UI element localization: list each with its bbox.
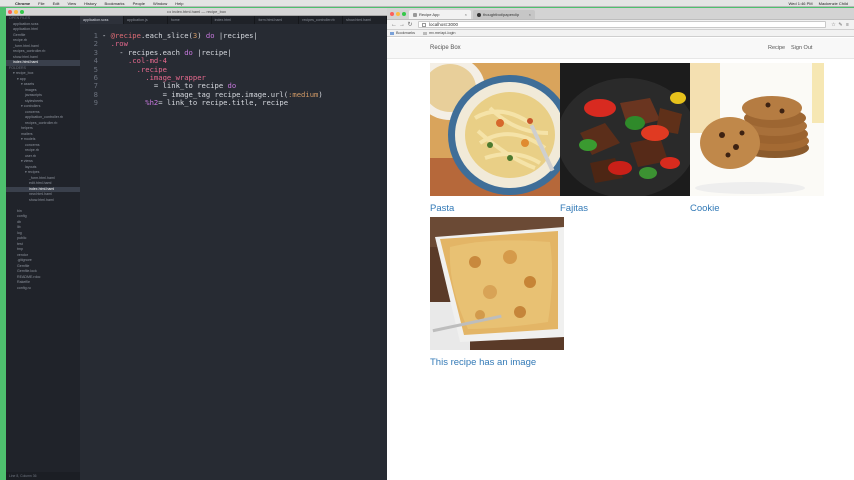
file-sidebar: OPEN FILES application.scss application.ht… [6, 16, 80, 480]
bookmark-label: Bookmarks [396, 31, 415, 35]
tab-title: Recipe App [419, 12, 440, 17]
tab-title: thoughtbot/paperclip [483, 12, 520, 17]
code-token: .each_slice( [140, 31, 193, 40]
cookie-image [690, 63, 824, 196]
editor-tab[interactable]: home [168, 16, 212, 24]
browser-toolbar: ← → ↻ localhost:3000 ☆ ✎ ≡ [387, 20, 854, 30]
code-token: do [184, 47, 193, 57]
recipe-title-link[interactable]: Cookie [690, 203, 824, 214]
pasta-image [430, 63, 564, 196]
recipe-card: Pasta [430, 63, 564, 214]
minimize-icon[interactable] [396, 12, 400, 16]
editor-tab[interactable]: application.js [124, 16, 168, 24]
code-token: = link_to recipe.title, recipe [158, 98, 289, 108]
code-token: :medium [288, 89, 319, 99]
editor-tab[interactable]: show.html.haml [343, 16, 387, 24]
reload-icon[interactable]: ↻ [406, 21, 414, 28]
bookmark-apps[interactable]: Bookmarks [390, 31, 415, 35]
recipe-image-link[interactable] [690, 63, 824, 196]
window-controls [8, 10, 26, 14]
menubar: Chrome File Edit View History Bookmarks … [0, 0, 854, 7]
menu-history[interactable]: History [84, 1, 96, 6]
line-number: 9 [93, 98, 98, 108]
menu-people[interactable]: People [133, 1, 145, 6]
tab-close-icon[interactable]: × [529, 12, 531, 17]
code-line[interactable]: 9 %h2= link_to recipe.title, recipe [80, 98, 289, 108]
apps-icon [390, 31, 394, 35]
recipe-title-link[interactable]: Fajitas [560, 203, 694, 214]
browser-tab-paperclip[interactable]: thoughtbot/paperclip × [473, 10, 535, 19]
close-icon[interactable] [8, 10, 12, 14]
code-token: %h2 [145, 98, 159, 108]
web-page: Recipe Box Recipe Sign Out Pasta Fajitas… [387, 38, 854, 480]
browser-window-controls [390, 12, 408, 16]
recipe-card: Fajitas [560, 63, 694, 214]
editor-tab[interactable]: application.scss [80, 16, 124, 24]
editor-window: ••• index.html.haml — recipe_box OPEN FI… [6, 8, 387, 480]
editor-tab[interactable]: form.html.haml [255, 16, 300, 24]
github-icon [477, 12, 481, 17]
tab-close-icon[interactable]: × [465, 12, 467, 17]
sidebar-file-item[interactable]: config.ru [6, 286, 80, 292]
close-icon[interactable] [390, 12, 394, 16]
code-token: |recipe| [192, 47, 232, 57]
clock[interactable]: Wed 1:46 PM [788, 1, 812, 6]
browser-tab-recipe-app[interactable]: Recipe App × [409, 10, 471, 19]
back-icon[interactable]: ← [390, 22, 398, 28]
bookmarks-bar: Bookmarks mv.me/api-login [387, 30, 854, 37]
menubar-status: Wed 1:46 PM Mackenzie Child [782, 1, 848, 6]
recipe-image-link[interactable] [560, 63, 694, 196]
url-text: localhost:3000 [429, 22, 459, 27]
editor-window-title: ••• index.html.haml — recipe_box [166, 9, 227, 14]
code-area[interactable]: 1- @recipe.each_slice(3) do |recipes| 2 .… [80, 24, 387, 480]
fajitas-image [560, 63, 694, 196]
code-token: do [205, 31, 215, 40]
menu-view[interactable]: View [67, 1, 76, 6]
minimize-icon[interactable] [14, 10, 18, 14]
browser-window: Recipe App × thoughtbot/paperclip × ← → … [387, 8, 854, 480]
code-token: |recipes| [214, 31, 258, 40]
menu-bookmarks[interactable]: Bookmarks [105, 1, 125, 6]
browser-tabstrip: Recipe App × thoughtbot/paperclip × [387, 8, 854, 20]
bookmark-item[interactable]: mv.me/api-login [423, 31, 456, 35]
new-tab-button[interactable] [537, 10, 551, 19]
code-token: ) [197, 31, 206, 40]
user-name[interactable]: Mackenzie Child [819, 1, 848, 6]
zoom-icon[interactable] [402, 12, 406, 16]
page-favicon-icon [413, 12, 417, 17]
recipe-title-link[interactable]: This recipe has an image [430, 357, 630, 368]
editor-tabs: application.scss application.js home index.… [80, 16, 387, 24]
nav-recipe-link[interactable]: Recipe [768, 45, 785, 51]
recipe-title-link[interactable]: Pasta [430, 203, 564, 214]
recipe-image-link[interactable] [430, 63, 564, 196]
brand-link[interactable]: Recipe Box [430, 45, 461, 51]
mac-and-cheese-image [430, 217, 564, 350]
screen: Chrome File Edit View History Bookmarks … [0, 0, 854, 480]
site-navbar: Recipe Box Recipe Sign Out [387, 38, 854, 59]
menu-help[interactable]: Help [175, 1, 183, 6]
menu-window[interactable]: Window [153, 1, 167, 6]
editor-tab[interactable]: index.html [212, 16, 256, 24]
star-icon[interactable]: ☆ [830, 22, 837, 28]
extension-icon[interactable]: ✎ [837, 22, 844, 28]
zoom-icon[interactable] [20, 10, 24, 14]
status-bar: Line 8, Column 36 [6, 472, 80, 480]
menu-edit[interactable]: Edit [53, 1, 60, 6]
page-icon [422, 22, 426, 27]
menu-file[interactable]: File [38, 1, 44, 6]
bookmark-label: mv.me/api-login [429, 31, 456, 35]
code-token: ) [318, 89, 323, 99]
recipe-card: Cookie [690, 63, 824, 214]
menu-chrome[interactable]: Chrome [15, 1, 30, 6]
recipe-image-link[interactable] [430, 217, 564, 350]
page-icon [423, 31, 427, 35]
recipe-card: This recipe has an image [430, 217, 630, 368]
forward-icon[interactable]: → [398, 22, 406, 28]
editor-titlebar: ••• index.html.haml — recipe_box [6, 8, 387, 16]
nav-signout-link[interactable]: Sign Out [791, 45, 812, 51]
address-bar[interactable]: localhost:3000 [418, 21, 826, 28]
editor-tab[interactable]: recipes_controller.rb [299, 16, 344, 24]
menu-icon[interactable]: ≡ [844, 22, 851, 28]
